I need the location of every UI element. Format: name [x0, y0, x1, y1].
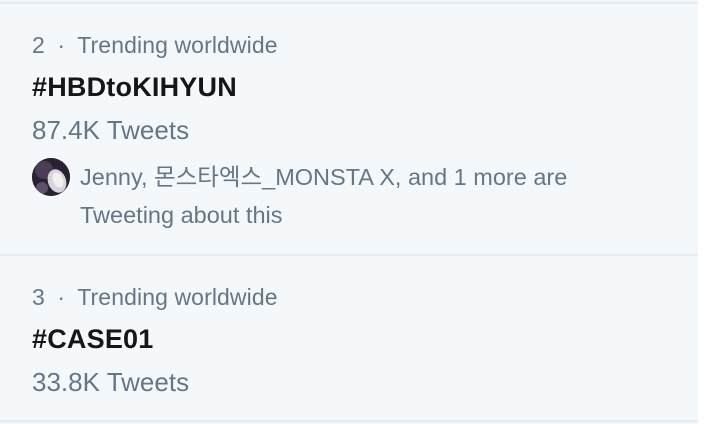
trend-rank: 2: [32, 32, 45, 58]
divider: [0, 420, 698, 422]
avatar-icon: [32, 158, 70, 196]
trend-category: Trending worldwide: [77, 32, 278, 58]
context-line-1: Jenny, 몬스타엑스_MONSTA X, and 1 more are: [80, 164, 568, 190]
trend-item-case01[interactable]: 3 · Trending worldwide #CASE01 33.8K Twe…: [0, 256, 698, 420]
trend-item-hbdtokihyun[interactable]: 2 · Trending worldwide #HBDtoKIHYUN 87.4…: [0, 4, 698, 254]
trend-rank: 3: [32, 284, 45, 310]
trend-meta: 3 · Trending worldwide: [32, 284, 278, 311]
meta-separator: ·: [57, 284, 66, 310]
trend-hashtag: #CASE01: [32, 324, 154, 354]
trend-hashtag: #HBDtoKIHYUN: [32, 72, 237, 102]
panel-edge: [698, 0, 704, 424]
trend-meta: 2 · Trending worldwide: [32, 32, 278, 59]
trends-panel: 2 · Trending worldwide #HBDtoKIHYUN 87.4…: [0, 0, 698, 424]
meta-separator: ·: [57, 32, 66, 58]
trend-tweet-count: 33.8K Tweets: [32, 367, 190, 397]
trend-category: Trending worldwide: [77, 284, 278, 310]
trend-tweet-count: 87.4K Tweets: [32, 115, 190, 145]
context-line-2: Tweeting about this: [80, 202, 283, 228]
trend-context: Jenny, 몬스타엑스_MONSTA X, and 1 more are Tw…: [80, 158, 640, 234]
